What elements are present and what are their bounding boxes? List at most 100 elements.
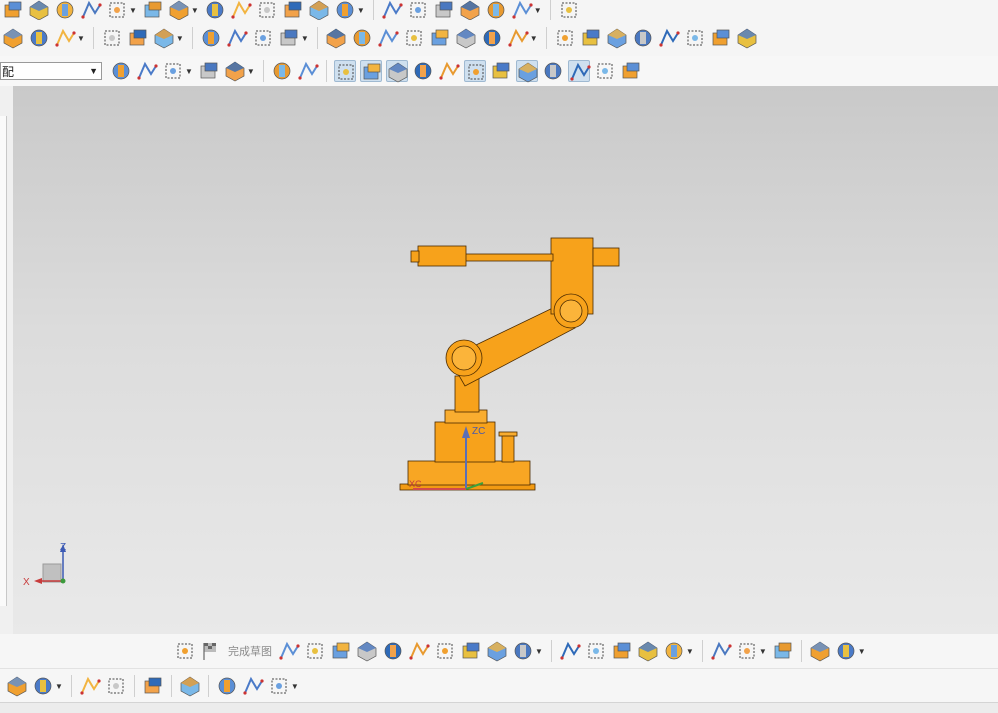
arc-tool-icon[interactable] — [330, 640, 352, 662]
block-icon[interactable] — [28, 0, 50, 20]
show-constraints-icon[interactable] — [809, 640, 831, 662]
type-filter-select[interactable]: 配 ▼ — [0, 62, 102, 80]
chevron-down-icon[interactable]: ▼ — [185, 67, 193, 76]
snap-grid-icon[interactable] — [333, 60, 356, 82]
chevron-down-icon[interactable]: ▼ — [858, 647, 866, 656]
intersect-icon[interactable] — [710, 27, 732, 49]
profile-icon[interactable] — [278, 640, 300, 662]
chevron-down-icon[interactable]: ▼ — [89, 66, 98, 76]
dimension-icon[interactable] — [772, 640, 794, 662]
note-icon[interactable] — [429, 27, 451, 49]
component-icon[interactable] — [28, 27, 50, 49]
selection-box-icon[interactable] — [224, 60, 246, 82]
arc-icon[interactable] — [606, 27, 628, 49]
pattern-icon[interactable] — [106, 0, 128, 20]
extrude-icon[interactable] — [54, 0, 76, 20]
finish-sketch-icon[interactable] — [200, 640, 222, 662]
spring-icon[interactable] — [226, 27, 248, 49]
studio-spline-icon[interactable] — [460, 640, 482, 662]
thread-icon[interactable] — [200, 27, 222, 49]
sketch-grid-icon[interactable] — [377, 27, 399, 49]
constraint-nav-icon[interactable] — [6, 675, 28, 697]
studio-surface-icon[interactable] — [485, 0, 507, 20]
hole-callout-icon[interactable] — [481, 27, 503, 49]
snap-quadrant-icon[interactable] — [620, 60, 642, 82]
pmi-icon[interactable] — [455, 27, 477, 49]
extend-icon[interactable] — [585, 640, 607, 662]
mate-icon[interactable] — [105, 675, 127, 697]
circle-tool-icon[interactable] — [356, 640, 378, 662]
offset-icon[interactable] — [637, 640, 659, 662]
add-component-icon[interactable] — [554, 27, 576, 49]
pattern-icon[interactable] — [663, 640, 685, 662]
chamfer-icon[interactable] — [230, 0, 252, 20]
sequence-icon[interactable] — [242, 675, 264, 697]
mirror-icon[interactable] — [710, 640, 732, 662]
text-icon[interactable] — [54, 27, 76, 49]
assembly-icon[interactable] — [2, 27, 24, 49]
resource-bar-scroll[interactable] — [0, 116, 7, 606]
exploded-view-icon[interactable] — [268, 675, 290, 697]
snap-cross-icon[interactable] — [542, 60, 564, 82]
chevron-down-icon[interactable]: ▼ — [291, 682, 299, 691]
surface-icon[interactable] — [2, 0, 24, 20]
chevron-down-icon[interactable]: ▼ — [191, 6, 199, 15]
face-icon[interactable] — [168, 0, 190, 20]
select-all-icon[interactable] — [110, 60, 132, 82]
sketch-icon[interactable] — [174, 640, 196, 662]
cylinder-icon[interactable] — [282, 0, 304, 20]
graphics-viewport[interactable]: ZC XC Z X — [13, 86, 998, 634]
chamfer-corner-icon[interactable] — [408, 640, 430, 662]
finish-sketch-label[interactable]: 完成草图 — [228, 643, 272, 659]
emboss-icon[interactable] — [127, 27, 149, 49]
snap-tangent-icon[interactable] — [567, 60, 591, 82]
snap-bezier-icon[interactable] — [412, 60, 434, 82]
view-cube-icon[interactable] — [297, 60, 319, 82]
chevron-down-icon[interactable]: ▼ — [759, 647, 767, 656]
bearing-icon[interactable] — [252, 27, 274, 49]
snap-curve-icon[interactable] — [385, 60, 408, 83]
tolerance-icon[interactable] — [278, 27, 300, 49]
layer-icon[interactable] — [558, 0, 580, 20]
boolean-icon[interactable] — [204, 0, 226, 20]
thicken-icon[interactable] — [308, 0, 330, 20]
chevron-down-icon[interactable]: ▼ — [534, 6, 542, 15]
triangle-icon[interactable] — [325, 27, 347, 49]
point-icon[interactable] — [486, 640, 508, 662]
blend-icon[interactable] — [256, 0, 278, 20]
table-icon[interactable] — [351, 27, 373, 49]
snap-face-icon[interactable] — [594, 60, 616, 82]
trim-icon[interactable] — [559, 640, 581, 662]
assembly-array-icon[interactable] — [79, 675, 101, 697]
trim-icon[interactable] — [381, 0, 403, 20]
format-icon[interactable] — [153, 27, 175, 49]
chevron-down-icon[interactable]: ▼ — [55, 682, 63, 691]
polyline-icon[interactable] — [632, 27, 654, 49]
snap-center-icon[interactable] — [490, 60, 512, 82]
offset-surface-icon[interactable] — [101, 27, 123, 49]
shell-icon[interactable] — [142, 0, 164, 20]
convert-icon[interactable] — [835, 640, 857, 662]
snap-end-icon[interactable] — [198, 60, 220, 82]
pattern-face-icon[interactable] — [403, 27, 425, 49]
snap-circle-icon[interactable] — [515, 60, 538, 83]
chevron-down-icon[interactable]: ▼ — [530, 34, 538, 43]
offset-curve-icon[interactable] — [736, 27, 758, 49]
polygon-icon[interactable] — [512, 640, 534, 662]
line-icon[interactable] — [580, 27, 602, 49]
snap-line-icon[interactable] — [359, 60, 382, 82]
snap-intersection-icon[interactable] — [463, 60, 486, 82]
assembly-constraint-icon[interactable] — [507, 27, 529, 49]
chevron-down-icon[interactable]: ▼ — [301, 34, 309, 43]
hole-array-icon[interactable] — [80, 0, 102, 20]
draft-icon[interactable] — [334, 0, 356, 20]
corner-icon[interactable] — [382, 640, 404, 662]
mesh-icon[interactable] — [433, 0, 455, 20]
wave-icon[interactable] — [142, 675, 164, 697]
line-tool-icon[interactable] — [304, 640, 326, 662]
clamp-icon[interactable] — [216, 675, 238, 697]
project-icon[interactable] — [684, 27, 706, 49]
chevron-down-icon[interactable]: ▼ — [686, 647, 694, 656]
snap-spline-icon[interactable] — [438, 60, 460, 82]
chevron-down-icon[interactable]: ▼ — [77, 34, 85, 43]
